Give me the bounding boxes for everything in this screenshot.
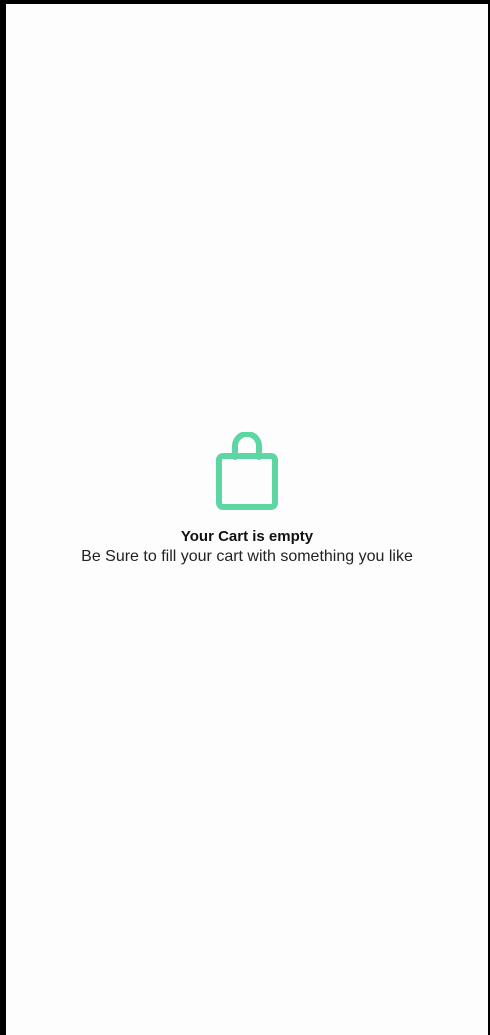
empty-cart-subtitle: Be Sure to fill your cart with something… — [81, 548, 413, 565]
empty-cart-state: Your Cart is empty Be Sure to fill your … — [6, 432, 488, 567]
cart-screen: Your Cart is empty Be Sure to fill your … — [6, 4, 488, 1035]
shopping-bag-icon — [216, 432, 278, 510]
empty-cart-title: Your Cart is empty — [180, 528, 314, 545]
